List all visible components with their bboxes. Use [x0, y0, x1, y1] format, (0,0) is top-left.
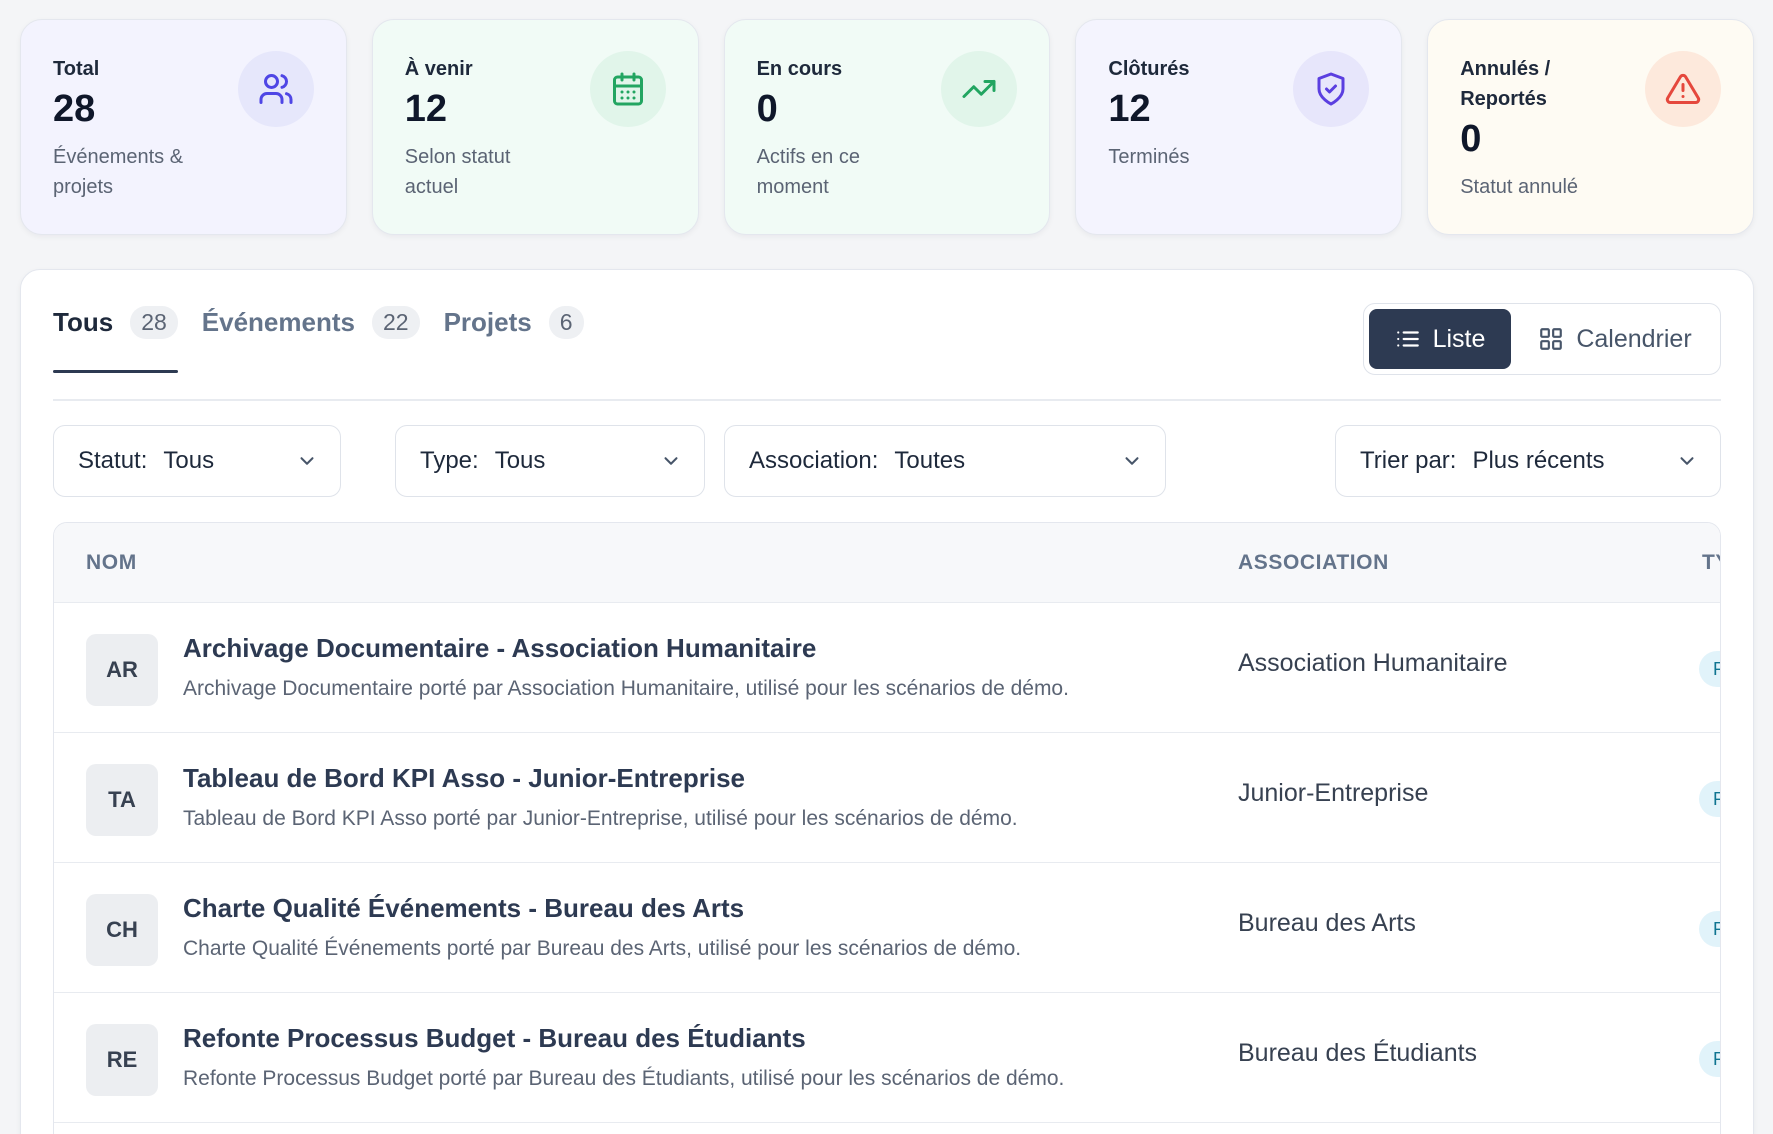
- stat-card-upcoming: À venir 12 Selon statut actuel: [371, 19, 699, 235]
- tab-all[interactable]: Tous 28: [53, 270, 178, 373]
- table-row[interactable]: TA Tableau de Bord KPI Asso - Junior-Ent…: [54, 733, 1720, 863]
- tab-count-badge: 6: [548, 306, 584, 339]
- stat-subtitle: Selon statut actuel: [404, 146, 511, 198]
- association-filter-select[interactable]: Association: Toutes: [724, 425, 1166, 497]
- chevron-down-icon: [1680, 457, 1694, 465]
- column-header-name[interactable]: NOM: [86, 523, 137, 603]
- row-association: Bureau des Étudiants: [1238, 1039, 1478, 1067]
- filter-value: Tous: [494, 447, 546, 474]
- grid-icon: [1540, 328, 1563, 350]
- calendar-icon: [589, 51, 666, 127]
- avatar: TA: [86, 764, 158, 836]
- calendar-view-button[interactable]: Calendrier: [1515, 309, 1715, 369]
- row-title[interactable]: Archivage Documentaire - Association Hum…: [183, 633, 816, 664]
- tab-events[interactable]: Événements 22: [202, 270, 420, 371]
- stat-subtitle: Statut annulé: [1460, 176, 1579, 198]
- calendar-view-label: Calendrier: [1576, 324, 1692, 353]
- column-header-association[interactable]: ASSOCIATION: [1238, 523, 1389, 603]
- type-badge: P: [1699, 651, 1720, 687]
- row-association: Bureau des Arts: [1238, 909, 1416, 937]
- type-badge: P: [1699, 781, 1720, 817]
- chevron-down-icon: [1125, 457, 1139, 465]
- filter-value: Tous: [163, 447, 215, 474]
- row-association: Association Humanitaire: [1238, 649, 1508, 677]
- trending-up-icon: [941, 51, 1018, 127]
- table-row[interactable]: AR Archivage Documentaire - Association …: [54, 603, 1720, 733]
- table-header: NOM ASSOCIATION TY: [54, 523, 1720, 603]
- status-filter-select[interactable]: Statut: Tous: [53, 425, 341, 497]
- stat-card-in-progress: En cours 0 Actifs en ce moment: [723, 19, 1051, 235]
- list-view-button[interactable]: Liste: [1369, 309, 1511, 369]
- row-association: Junior-Entreprise: [1238, 779, 1429, 807]
- avatar: RE: [86, 1024, 158, 1096]
- type-badge: P: [1699, 1041, 1720, 1077]
- stats-bar: Total 28 Événements & projets À venir 12…: [20, 19, 1754, 235]
- sort-select[interactable]: Trier par: Plus récents: [1335, 425, 1721, 497]
- stat-label: À venir: [404, 58, 473, 80]
- view-toggle: Liste Calendrier: [1363, 303, 1721, 375]
- events-table: NOM ASSOCIATION TY AR Archivage Document…: [53, 522, 1721, 1134]
- filter-key: Statut:: [78, 447, 148, 474]
- filter-value: Toutes: [894, 447, 966, 474]
- row-description: Tableau de Bord KPI Asso porté par Junio…: [183, 807, 1018, 830]
- list-view-label: Liste: [1432, 324, 1486, 353]
- filter-key: Association:: [749, 447, 879, 474]
- filter-value: Plus récents: [1472, 447, 1605, 474]
- stat-label: En cours: [756, 58, 843, 80]
- stat-card-closed: Clôturés 12 Terminés: [1075, 19, 1403, 235]
- column-header-type[interactable]: TY: [1702, 523, 1720, 603]
- avatar: CH: [86, 894, 158, 966]
- tab-label: Projets: [443, 307, 532, 337]
- type-badge: P: [1699, 911, 1720, 947]
- tab-label: Événements: [201, 307, 355, 337]
- stat-label: Clôturés: [1108, 58, 1190, 80]
- tab-label: Tous: [53, 307, 114, 337]
- chevron-down-icon: [664, 457, 678, 465]
- divider: [53, 399, 1721, 401]
- stat-card-cancelled: Annulés / Reportés 0 Statut annulé: [1427, 19, 1754, 235]
- stat-card-total: Total 28 Événements & projets: [20, 19, 347, 235]
- row-title[interactable]: Refonte Processus Budget - Bureau des Ét…: [183, 1023, 806, 1054]
- filter-bar: Statut: Tous Type: Tous Association: Tou…: [53, 425, 1721, 497]
- row-description: Charte Qualité Événements porté par Bure…: [183, 937, 1022, 960]
- chevron-down-icon: [300, 457, 314, 465]
- tab-projects[interactable]: Projets 6: [444, 270, 584, 371]
- stat-label: Total: [53, 58, 100, 80]
- stat-subtitle: Événements & projets: [53, 146, 184, 198]
- stat-label: Annulés / Reportés: [1460, 58, 1551, 110]
- filter-key: Type:: [420, 447, 479, 474]
- category-tabs: Tous 28 Événements 22 Projets 6: [53, 270, 608, 373]
- shield-check-icon: [1293, 51, 1370, 127]
- stat-subtitle: Actifs en ce moment: [756, 146, 860, 198]
- tab-count-badge: 22: [371, 306, 420, 339]
- type-filter-select[interactable]: Type: Tous: [395, 425, 705, 497]
- row-title[interactable]: Charte Qualité Événements - Bureau des A…: [183, 893, 744, 924]
- users-icon: [237, 51, 314, 127]
- table-row[interactable]: RE Refonte Processus Budget - Bureau des…: [54, 993, 1720, 1123]
- table-row[interactable]: CH Charte Qualité Événements - Bureau de…: [54, 863, 1720, 993]
- events-panel: Tous 28 Événements 22 Projets 6 Liste Ca…: [20, 269, 1754, 1134]
- tab-count-badge: 28: [130, 306, 178, 339]
- row-description: Refonte Processus Budget porté par Burea…: [183, 1067, 1065, 1090]
- list-icon: [1396, 331, 1419, 347]
- stat-subtitle: Terminés: [1108, 146, 1190, 168]
- row-description: Archivage Documentaire porté par Associa…: [183, 677, 1069, 700]
- row-title[interactable]: Tableau de Bord KPI Asso - Junior-Entrep…: [183, 763, 745, 794]
- avatar: AR: [86, 634, 158, 706]
- warning-icon: [1644, 51, 1721, 127]
- filter-key: Trier par:: [1360, 447, 1457, 474]
